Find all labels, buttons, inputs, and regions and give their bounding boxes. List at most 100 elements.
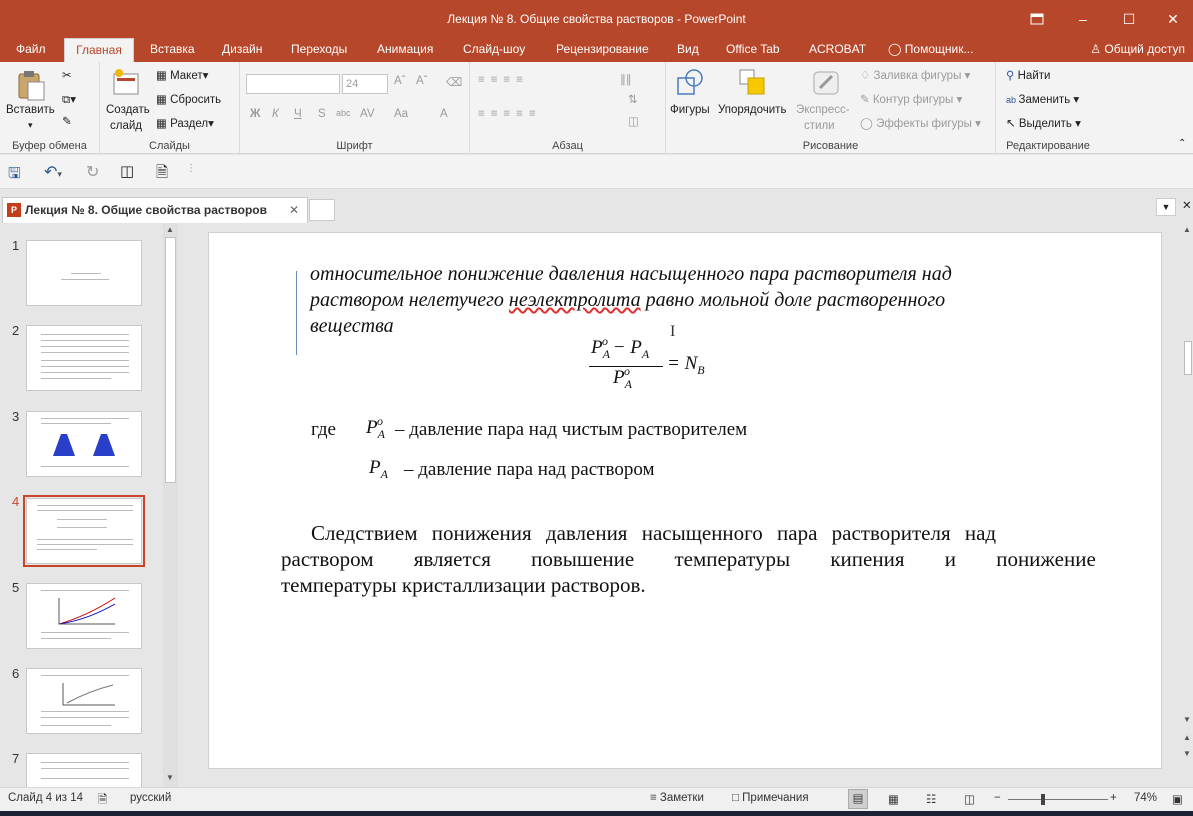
new-tab-button[interactable]: [309, 199, 335, 221]
arrange-button[interactable]: Упорядочить: [718, 104, 786, 116]
share-button[interactable]: ♙ Общий доступ: [1090, 38, 1185, 62]
slide-canvas[interactable]: относительное понижение давления насыщен…: [208, 232, 1162, 769]
shrink-font-icon[interactable]: Aˇ: [416, 75, 428, 87]
slideshow-view-icon[interactable]: ◫: [964, 792, 975, 806]
font-size-field[interactable]: 24: [342, 74, 388, 94]
format-painter-icon[interactable]: ✎: [62, 114, 72, 128]
close-tab-icon[interactable]: ✕: [289, 198, 299, 222]
zoom-level[interactable]: 74%: [1134, 792, 1157, 804]
raoult-formula[interactable]: PAo − PA PAo = NB: [589, 333, 729, 395]
new-document-icon[interactable]: 🗎: [156, 162, 168, 187]
shapes-button[interactable]: Фигуры: [670, 104, 710, 116]
undo-icon[interactable]: ↶▾: [44, 162, 62, 182]
scroll-up-icon[interactable]: ▲: [166, 225, 174, 234]
slide-thumbnail-3[interactable]: [26, 411, 142, 477]
copy-icon[interactable]: ⧉▾: [62, 92, 76, 107]
document-tab[interactable]: P Лекция № 8. Общие свойства растворов ✕: [2, 197, 308, 223]
tab-file[interactable]: Файл: [8, 38, 54, 62]
columns-icon[interactable]: ∥∥: [620, 72, 632, 86]
conclusion-line-1[interactable]: Следствием понижения давления насыщенног…: [311, 521, 996, 546]
scrollbar-thumb[interactable]: [1184, 341, 1192, 375]
where-label[interactable]: где: [311, 419, 336, 441]
tab-acrobat[interactable]: ACROBAT: [801, 38, 874, 62]
slide-thumbnail-4[interactable]: [23, 495, 145, 567]
conclusion-line-3[interactable]: температуры кристаллизации растворов.: [281, 573, 646, 598]
strikethrough-button[interactable]: S: [318, 108, 326, 120]
customize-qat-icon[interactable]: ⋮: [186, 163, 196, 174]
bold-button[interactable]: Ж: [250, 108, 260, 120]
new-slide-icon[interactable]: [112, 68, 142, 98]
tab-transitions[interactable]: Переходы: [283, 38, 355, 62]
italic-button[interactable]: К: [272, 108, 279, 120]
smartart-icon[interactable]: ◫: [628, 114, 639, 128]
paste-button[interactable]: Вставить: [6, 104, 55, 116]
tab-office-tab[interactable]: Office Tab: [718, 38, 788, 62]
definition-line-3[interactable]: вещества: [310, 315, 394, 338]
definition-line-1[interactable]: относительное понижение давления насыщен…: [310, 263, 952, 286]
layout-button[interactable]: ▦ Макет▾: [156, 68, 208, 82]
notes-button[interactable]: ≡ Заметки: [650, 792, 704, 804]
shape-effects-button[interactable]: ◯ Эффекты фигуры ▾: [860, 116, 981, 130]
cut-icon[interactable]: ✂: [62, 68, 72, 82]
spellcheck-icon[interactable]: 🗎: [98, 792, 107, 811]
new-slide-label[interactable]: Создать: [106, 104, 150, 116]
save-icon[interactable]: 🖫: [8, 163, 21, 188]
slide-thumbnail-7[interactable]: [26, 753, 142, 787]
redo-icon[interactable]: ↻: [86, 162, 99, 182]
zoom-in-icon[interactable]: +: [1110, 792, 1117, 804]
scroll-down-icon[interactable]: ▼: [1183, 715, 1191, 724]
underline-button[interactable]: Ч: [294, 108, 302, 120]
scroll-up-icon[interactable]: ▲: [1183, 225, 1191, 234]
paste-dropdown-icon[interactable]: ▾: [28, 120, 33, 131]
tab-review[interactable]: Рецензирование: [548, 38, 657, 62]
thumbnails-scrollbar[interactable]: ▲ ▼: [163, 223, 178, 787]
clear-format-icon[interactable]: ⌫: [446, 75, 462, 89]
quick-styles-button-2[interactable]: стили: [804, 120, 835, 132]
normal-view-icon[interactable]: ▤: [848, 789, 868, 809]
select-button[interactable]: ↖ Выделить ▾: [1006, 116, 1081, 130]
maximize-icon[interactable]: ☐: [1106, 4, 1152, 34]
bullets-icon[interactable]: ≡≡≡≡: [478, 74, 529, 86]
slide-thumbnail-6[interactable]: [26, 668, 142, 734]
slide-thumbnail-1[interactable]: [26, 240, 142, 306]
definition-pa0[interactable]: – давление пара над чистым растворителем: [395, 419, 747, 441]
tab-slideshow[interactable]: Слайд-шоу: [455, 38, 533, 62]
section-button[interactable]: ▦ Раздел▾: [156, 116, 214, 130]
new-slide-label-2[interactable]: слайд: [110, 120, 142, 132]
minimize-icon[interactable]: –: [1060, 4, 1106, 34]
arrange-icon[interactable]: [738, 68, 768, 98]
previous-slide-icon[interactable]: ▲: [1183, 733, 1191, 742]
char-spacing-button[interactable]: AV: [360, 108, 375, 120]
scroll-down-icon[interactable]: ▼: [166, 773, 174, 782]
shape-outline-button[interactable]: ✎ Контур фигуры ▾: [860, 92, 962, 106]
quick-styles-icon[interactable]: [812, 68, 842, 98]
tab-list-dropdown-icon[interactable]: ▼: [1156, 198, 1176, 216]
slide-sorter-icon[interactable]: ▦: [888, 792, 899, 806]
next-slide-icon[interactable]: ▼: [1183, 749, 1191, 758]
slideshow-from-start-icon[interactable]: ◫: [120, 162, 134, 180]
tab-animation[interactable]: Анимация: [369, 38, 441, 62]
quick-styles-button[interactable]: Экспресс-: [796, 104, 850, 116]
fit-to-window-icon[interactable]: ▣: [1172, 792, 1183, 806]
tab-tell-me[interactable]: ◯ Помощник...: [880, 38, 981, 62]
close-icon[interactable]: ✕: [1150, 4, 1193, 34]
slide-scrollbar[interactable]: ▲ ▼ ▲ ▼: [1181, 223, 1193, 787]
close-all-icon[interactable]: ✕: [1182, 198, 1192, 212]
definition-pa[interactable]: – давление пара над раствором: [404, 459, 654, 481]
tab-home[interactable]: Главная: [64, 38, 134, 62]
shadow-button[interactable]: abc: [336, 108, 351, 118]
shape-fill-button[interactable]: ♢ Заливка фигуры ▾: [860, 68, 970, 82]
reading-view-icon[interactable]: ☷: [926, 792, 936, 806]
paste-icon[interactable]: [16, 70, 46, 101]
zoom-out-icon[interactable]: −: [994, 792, 1001, 804]
definition-line-2[interactable]: раствором нелетучего неэлектролита равно…: [310, 289, 945, 312]
collapse-ribbon-icon[interactable]: ⌃: [1178, 138, 1186, 149]
ribbon-display-options-icon[interactable]: [1014, 4, 1060, 34]
tab-insert[interactable]: Вставка: [142, 38, 203, 62]
tab-design[interactable]: Дизайн: [214, 38, 270, 62]
replace-button[interactable]: ab Заменить ▾: [1006, 92, 1079, 106]
slide-thumbnail-5[interactable]: [26, 583, 142, 649]
text-direction-icon[interactable]: ⇅: [628, 92, 638, 106]
font-name-field[interactable]: [246, 74, 340, 94]
align-icons[interactable]: ≡≡≡≡≡: [478, 108, 542, 120]
